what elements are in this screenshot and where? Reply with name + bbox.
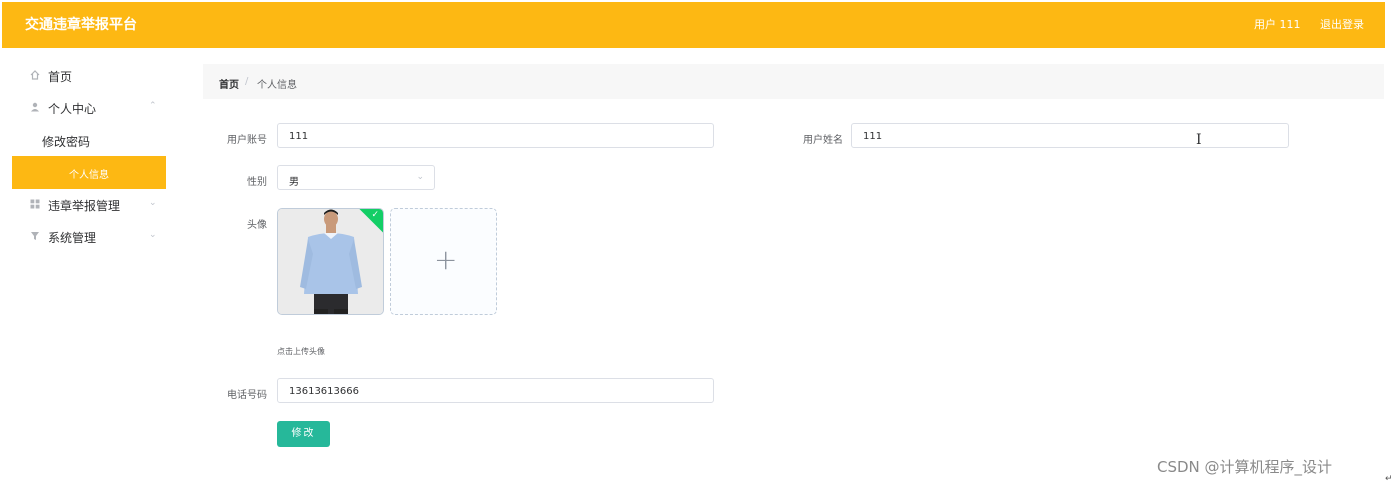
- name-input[interactable]: 111: [851, 123, 1289, 148]
- user-icon: [31, 102, 39, 112]
- current-user: 用户 111: [1254, 18, 1301, 31]
- plus-icon: +: [434, 243, 458, 276]
- chevron-down-icon: ⌄: [149, 230, 157, 240]
- text-cursor-icon: I: [1196, 132, 1202, 148]
- account-input[interactable]: 111: [277, 123, 714, 148]
- breadcrumb-separator: /: [245, 76, 249, 87]
- phone-input[interactable]: 13613613666: [277, 378, 714, 403]
- sidebar-item-violation-report[interactable]: 违章举报管理 ⌄: [12, 189, 166, 219]
- filter-icon: [31, 232, 39, 240]
- chevron-up-icon: ⌃: [149, 101, 157, 111]
- sidebar-item-personal-center[interactable]: 个人中心 ⌃: [12, 92, 166, 122]
- top-header: 交通违章举报平台 用户 111 退出登录: [2, 2, 1385, 48]
- gender-label: 性别: [247, 177, 267, 188]
- sidebar-item-label: 违章举报管理: [48, 199, 121, 213]
- app-title: 交通违章举报平台: [25, 17, 137, 33]
- sidebar-subitem-change-password[interactable]: 修改密码: [12, 125, 166, 155]
- avatar-image[interactable]: ✓: [277, 208, 384, 315]
- logout-link[interactable]: 退出登录: [1320, 16, 1364, 32]
- person-photo: [278, 209, 383, 314]
- breadcrumb-current: 个人信息: [257, 80, 297, 91]
- phone-label: 电话号码: [227, 390, 267, 401]
- chevron-down-icon: ⌄: [416, 172, 424, 182]
- breadcrumb-home[interactable]: 首页: [219, 76, 239, 91]
- breadcrumb: 首页 / 个人信息: [203, 64, 1384, 99]
- sidebar-subitem-label: 个人信息: [69, 170, 109, 181]
- gender-select-value: 男: [289, 177, 299, 188]
- avatar-upload-button[interactable]: +: [390, 208, 497, 315]
- watermark: CSDN @计算机程序_设计: [1157, 458, 1333, 476]
- chevron-down-icon: ⌄: [149, 198, 157, 208]
- sidebar-item-system-management[interactable]: 系统管理 ⌄: [12, 221, 166, 251]
- account-label: 用户账号: [227, 135, 267, 146]
- avatar-label: 头像: [247, 220, 267, 231]
- check-icon: ✓: [371, 210, 379, 220]
- grid-icon: [30, 199, 40, 209]
- sidebar-item-home[interactable]: 首页: [12, 60, 166, 90]
- upload-tip: 点击上传头像: [277, 347, 325, 356]
- name-label: 用户姓名: [803, 135, 843, 146]
- gender-select[interactable]: 男 ⌄: [277, 165, 435, 190]
- sidebar-subitem-personal-info[interactable]: 个人信息: [12, 156, 166, 189]
- sidebar-item-label: 系统管理: [48, 231, 97, 245]
- sidebar-item-label: 首页: [48, 70, 73, 84]
- sidebar-item-label: 个人中心: [48, 102, 97, 116]
- submit-button[interactable]: 修改: [277, 421, 330, 447]
- sidebar-subitem-label: 修改密码: [42, 135, 91, 149]
- home-icon: [30, 70, 40, 80]
- return-icon: ↵: [1385, 474, 1393, 484]
